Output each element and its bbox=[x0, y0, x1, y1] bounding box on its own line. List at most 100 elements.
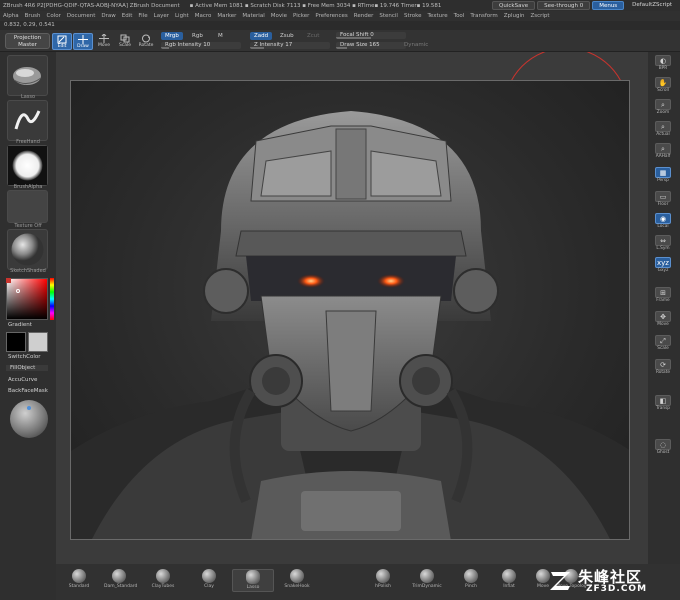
menu-file[interactable]: File bbox=[138, 13, 147, 19]
watermark-en-text: ZF3D.COM bbox=[586, 584, 648, 594]
secondary-color-swatch[interactable] bbox=[28, 332, 48, 352]
brush-lasso[interactable]: Lasso bbox=[232, 569, 274, 592]
brush-inflat[interactable]: Inflat bbox=[494, 569, 524, 590]
zf3d-logo-icon bbox=[550, 572, 570, 590]
brush-standard[interactable]: Standard bbox=[64, 569, 94, 590]
brush-claytubes[interactable]: ClayTubes bbox=[148, 569, 178, 590]
titlebar-right-group: QuickSave See-through 0 Menus DefaultZSc… bbox=[492, 0, 680, 11]
brush-hpolish[interactable]: hPolish bbox=[368, 569, 398, 590]
frame-icon: ⊞ bbox=[655, 287, 671, 298]
z-intensity-slider[interactable]: Z Intensity 17 bbox=[250, 42, 330, 49]
gradient-label[interactable]: Gradient bbox=[8, 322, 32, 328]
brush-dam-standard[interactable]: Dam_Standard bbox=[104, 569, 137, 590]
transp-button[interactable]: ◧ Transp bbox=[652, 394, 674, 414]
fill-object-button[interactable]: FillObject bbox=[6, 365, 48, 371]
zadd-toggle[interactable]: Zadd bbox=[250, 32, 273, 40]
lsym-button[interactable]: ⇔ L.Sym bbox=[652, 234, 674, 254]
menu-texture[interactable]: Texture bbox=[428, 13, 448, 19]
quicksave-button[interactable]: QuickSave bbox=[492, 1, 536, 10]
menu-preferences[interactable]: Preferences bbox=[315, 13, 347, 19]
menu-color[interactable]: Color bbox=[47, 13, 61, 19]
right-shelf: ◐ BPR ✋ Scroll ⌕ Zoom ⌕ Actual ⌕ AAHalf ▦ Pers… bbox=[648, 52, 680, 600]
aahalf-button[interactable]: ⌕ AAHalf bbox=[652, 142, 674, 162]
menu-movie[interactable]: Movie bbox=[271, 13, 287, 19]
menu-document[interactable]: Document bbox=[67, 13, 96, 19]
brush-selector[interactable] bbox=[7, 55, 48, 96]
menu-marker[interactable]: Marker bbox=[217, 13, 236, 19]
dynamic-toggle[interactable]: Dynamic bbox=[400, 41, 432, 49]
scale-view-button[interactable]: ⤢ Scale bbox=[652, 334, 674, 354]
menu-stroke[interactable]: Stroke bbox=[404, 13, 422, 19]
menu-draw[interactable]: Draw bbox=[101, 13, 115, 19]
stroke-selector[interactable] bbox=[7, 100, 48, 141]
rotate-view-button[interactable]: ⟳ Rotate bbox=[652, 358, 674, 378]
projection-master-button[interactable]: Projection Master bbox=[5, 33, 50, 49]
rgb-toggle[interactable]: Rgb bbox=[188, 32, 207, 40]
zoom-button[interactable]: ⌕ Zoom bbox=[652, 98, 674, 118]
see-through-slider[interactable]: See-through 0 bbox=[537, 1, 591, 10]
menu-material[interactable]: Material bbox=[242, 13, 264, 19]
menu-brush[interactable]: Brush bbox=[25, 13, 41, 19]
menu-stencil[interactable]: Stencil bbox=[379, 13, 398, 19]
local-button[interactable]: ◉ Local bbox=[652, 212, 674, 232]
menu-transform[interactable]: Transform bbox=[470, 13, 497, 19]
menu-zscript[interactable]: Zscript bbox=[530, 13, 549, 19]
texture-selector[interactable] bbox=[7, 190, 48, 223]
menu-zplugin[interactable]: Zplugin bbox=[504, 13, 525, 19]
scroll-button[interactable]: ✋ Scroll bbox=[652, 76, 674, 96]
accucurve-toggle[interactable]: AccuCurve bbox=[8, 377, 37, 383]
document-viewport[interactable] bbox=[56, 52, 648, 564]
light-position-dot[interactable] bbox=[27, 406, 31, 410]
menu-layer[interactable]: Layer bbox=[154, 13, 169, 19]
menus-button[interactable]: Menus bbox=[592, 1, 625, 10]
hue-slider[interactable] bbox=[50, 278, 54, 320]
move-label: Move bbox=[97, 43, 111, 48]
brush-claytubes-label: ClayTubes bbox=[151, 584, 175, 589]
move-mode-button[interactable]: Move bbox=[94, 33, 114, 50]
draw-mode-button[interactable]: Draw bbox=[73, 33, 93, 50]
floor-button[interactable]: ▭ Floor bbox=[652, 190, 674, 210]
backface-mask-toggle[interactable]: BackFaceMask bbox=[8, 388, 48, 394]
menu-render[interactable]: Render bbox=[354, 13, 374, 19]
gxyz-button[interactable]: xyz Gxyz bbox=[652, 256, 674, 276]
scale-mode-button[interactable]: Scale bbox=[115, 33, 135, 50]
m-toggle[interactable]: M bbox=[214, 32, 227, 40]
z-intensity-label: Z Intensity 17 bbox=[254, 42, 293, 48]
actual-button[interactable]: ⌕ Actual bbox=[652, 120, 674, 140]
zsub-toggle[interactable]: Zsub bbox=[276, 32, 298, 40]
mrgb-toggle[interactable]: Mrgb bbox=[161, 32, 183, 40]
rotate-view-icon: ⟳ bbox=[655, 359, 671, 370]
rgb-intensity-slider[interactable]: Rgb Intensity 10 bbox=[161, 42, 241, 49]
menu-alpha[interactable]: Alpha bbox=[3, 13, 19, 19]
menu-picker[interactable]: Picker bbox=[293, 13, 309, 19]
material-selector[interactable] bbox=[7, 229, 48, 270]
edit-mode-button[interactable]: Edit bbox=[52, 33, 72, 50]
focal-shift-slider[interactable]: Focal Shift 0 bbox=[336, 32, 406, 39]
main-color-swatch[interactable] bbox=[6, 332, 26, 352]
persp-button[interactable]: ▦ Persp bbox=[652, 166, 674, 186]
brush-clay[interactable]: Clay bbox=[194, 569, 224, 590]
color-picker[interactable] bbox=[6, 278, 48, 320]
zcut-toggle[interactable]: Zcut bbox=[303, 32, 323, 40]
draw-size-slider[interactable]: Draw Size 165 bbox=[336, 42, 406, 49]
brush-trimdynamic[interactable]: TrimDynamic bbox=[412, 569, 442, 590]
scale-icon bbox=[120, 34, 130, 43]
color-picker-cursor bbox=[16, 289, 20, 293]
bpr-button[interactable]: ◐ BPR bbox=[652, 54, 674, 74]
switch-color-button[interactable]: SwitchColor bbox=[8, 354, 41, 360]
menu-edit[interactable]: Edit bbox=[122, 13, 133, 19]
menu-tool[interactable]: Tool bbox=[454, 13, 465, 19]
alpha-selector[interactable] bbox=[7, 145, 48, 186]
bottom-brush-shelf: Standard Dam_Standard ClayTubes Clay Las… bbox=[56, 564, 680, 600]
menu-light[interactable]: Light bbox=[175, 13, 189, 19]
menu-macro[interactable]: Macro bbox=[195, 13, 212, 19]
rotate-mode-button[interactable]: Rotate bbox=[136, 33, 156, 50]
default-script-button[interactable]: DefaultZScript bbox=[626, 1, 678, 10]
frame-button[interactable]: ⊞ Frame bbox=[652, 286, 674, 306]
brush-snakehook[interactable]: SnakeHook bbox=[282, 569, 312, 590]
edit-icon bbox=[57, 35, 67, 44]
move-view-button[interactable]: ✥ Move bbox=[652, 310, 674, 330]
brush-pinch[interactable]: Pinch bbox=[456, 569, 486, 590]
ghost-button[interactable]: ◌ Ghost bbox=[652, 438, 674, 458]
frame-label: Frame bbox=[656, 298, 670, 303]
